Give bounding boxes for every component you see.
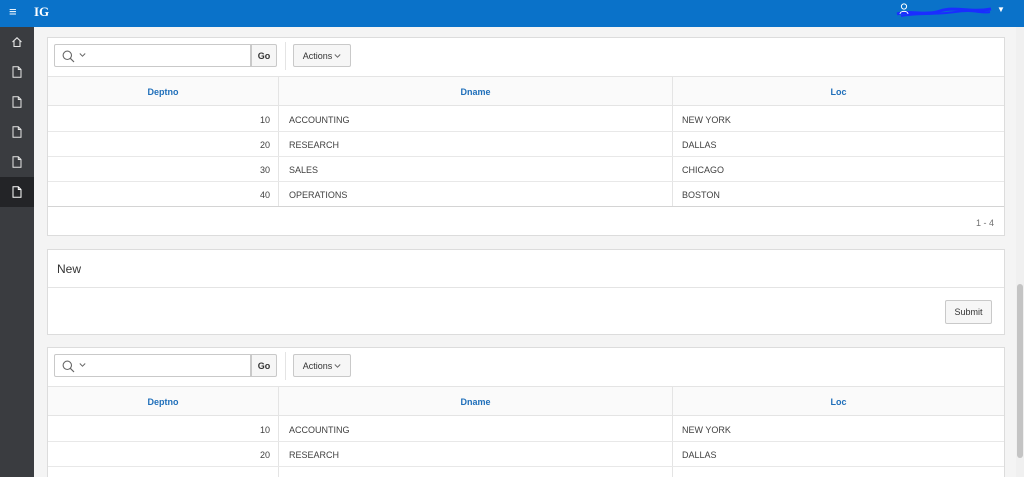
hamburger-menu-icon[interactable]: ≡ (9, 5, 17, 18)
cell-loc[interactable]: BOSTON (682, 182, 720, 207)
actions-menu-button[interactable]: Actions (293, 354, 351, 377)
cell-dname[interactable]: RESEARCH (289, 132, 339, 157)
search-column-button[interactable] (54, 354, 93, 377)
chevron-down-icon (334, 363, 341, 368)
cell-deptno[interactable]: 20 (48, 442, 270, 467)
cell-loc[interactable]: DALLAS (682, 442, 717, 467)
column-header-loc[interactable]: Loc (673, 387, 1004, 417)
column-header-deptno[interactable]: Deptno (48, 77, 278, 107)
search-column-button[interactable] (54, 44, 93, 67)
redacted-username-scribble (896, 7, 992, 17)
nav-item-home[interactable] (0, 27, 34, 57)
cell-deptno[interactable]: 30 (48, 157, 270, 182)
header-bar: ≡ IG ▼ (0, 0, 1024, 27)
search-input[interactable] (92, 354, 251, 377)
cell-loc[interactable]: CHICAGO (682, 157, 724, 182)
grid-toolbar: Go Actions (48, 348, 1004, 384)
table-row[interactable]: 10 ACCOUNTING NEW YORK (48, 417, 1004, 442)
pagination-range: 1 - 4 (975, 218, 994, 228)
cell-dname[interactable]: SALES (289, 157, 318, 182)
actions-label: Actions (302, 50, 333, 61)
cell-dname[interactable]: ACCOUNTING (289, 417, 350, 442)
nav-item-page-3[interactable] (0, 117, 34, 147)
column-header-deptno[interactable]: Deptno (48, 387, 278, 417)
cell-loc[interactable]: NEW YORK (682, 107, 731, 132)
search-input[interactable] (92, 44, 251, 67)
cell-dname[interactable]: RESEARCH (289, 442, 339, 467)
go-button[interactable]: Go (251, 354, 277, 377)
cell-loc[interactable]: NEW YORK (682, 417, 731, 442)
cell-deptno[interactable]: 40 (48, 182, 270, 207)
main-content: Go Actions Deptno Dname Loc 10 ACCOUNTIN… (34, 27, 1016, 477)
page-icon (12, 186, 22, 198)
page-icon (12, 156, 22, 168)
cell-deptno[interactable]: 10 (48, 107, 270, 132)
chevron-down-icon (79, 363, 86, 367)
home-icon (12, 37, 22, 48)
chevron-down-icon (334, 53, 341, 58)
cell-deptno[interactable]: 10 (48, 417, 270, 442)
user-caret-icon: ▼ (997, 5, 1005, 14)
interactive-grid-1: Go Actions Deptno Dname Loc 10 ACCOUNTIN… (47, 37, 1005, 236)
page-icon (12, 126, 22, 138)
submit-button[interactable]: Submit (945, 300, 992, 324)
table-row[interactable]: 30 SALES CHICAGO (48, 157, 1004, 182)
user-icon (899, 3, 909, 15)
page-scrollbar[interactable] (1016, 27, 1024, 477)
cell-dname[interactable]: ACCOUNTING (289, 107, 350, 132)
region-divider (48, 287, 1004, 288)
search-icon (62, 50, 75, 63)
table-row[interactable]: 20 RESEARCH DALLAS (48, 132, 1004, 157)
app-title[interactable]: IG (34, 4, 49, 20)
region-title: New (57, 262, 82, 276)
cell-loc[interactable]: DALLAS (682, 132, 717, 157)
column-header-loc[interactable]: Loc (673, 77, 1004, 107)
cell-dname[interactable]: OPERATIONS (289, 182, 347, 207)
table-row[interactable]: 10 ACCOUNTING NEW YORK (48, 107, 1004, 132)
actions-menu-button[interactable]: Actions (293, 44, 351, 67)
page-icon (12, 96, 22, 108)
table-row[interactable]: 20 RESEARCH DALLAS (48, 442, 1004, 467)
go-button[interactable]: Go (251, 44, 277, 67)
column-header-dname[interactable]: Dname (279, 387, 672, 417)
interactive-grid-2: Go Actions Deptno Dname Loc 10 ACCOUNTIN… (47, 347, 1005, 477)
table-row[interactable]: 40 OPERATIONS BOSTON (48, 182, 1004, 207)
chevron-down-icon (79, 53, 86, 57)
side-navigation (0, 27, 34, 477)
nav-item-page-2[interactable] (0, 87, 34, 117)
actions-label: Actions (302, 360, 333, 371)
toolbar-divider (285, 42, 286, 70)
cell-deptno[interactable]: 20 (48, 132, 270, 157)
nav-item-page-1[interactable] (0, 57, 34, 87)
search-icon (62, 360, 75, 373)
grid-header-row: Deptno Dname Loc (48, 386, 1004, 416)
page-icon (12, 66, 22, 78)
toolbar-divider (285, 352, 286, 380)
nav-item-page-4[interactable] (0, 147, 34, 177)
grid-header-row: Deptno Dname Loc (48, 76, 1004, 106)
grid-toolbar: Go Actions (48, 38, 1004, 74)
scrollbar-thumb[interactable] (1017, 284, 1023, 458)
column-header-dname[interactable]: Dname (279, 77, 672, 107)
nav-item-page-5[interactable] (0, 177, 34, 207)
new-region: New Submit (47, 249, 1005, 335)
